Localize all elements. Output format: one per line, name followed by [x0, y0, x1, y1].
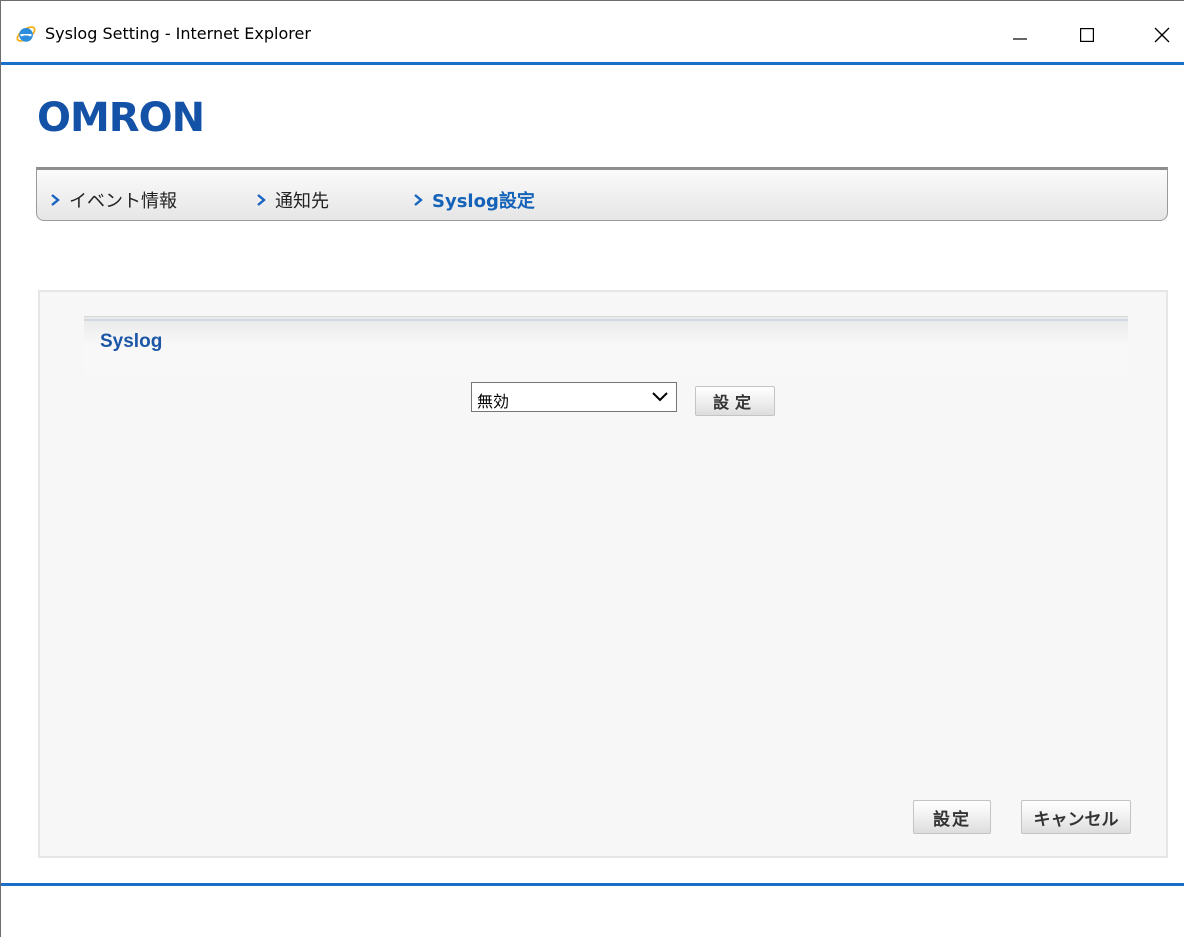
title-bar: Syslog Setting - Internet Explorer: [1, 1, 1184, 61]
maximize-button[interactable]: [1064, 15, 1110, 55]
minimize-button[interactable]: [997, 15, 1043, 55]
maximize-icon: [1080, 28, 1094, 42]
header-divider: [1, 62, 1184, 65]
cancel-button[interactable]: キャンセル: [1021, 800, 1131, 834]
nav-item-notification[interactable]: 通知先: [255, 187, 329, 213]
internet-explorer-icon: [16, 26, 36, 42]
chevron-right-icon: [257, 194, 266, 206]
browser-window: Syslog Setting - Internet Explorer OMRON: [0, 0, 1184, 937]
chevron-right-icon: [51, 194, 60, 206]
window-title: Syslog Setting - Internet Explorer: [45, 24, 311, 43]
chevron-right-icon: [414, 194, 423, 206]
nav-item-event-info[interactable]: イベント情報: [49, 187, 177, 213]
minimize-icon: [1013, 38, 1027, 40]
footer-divider: [1, 883, 1184, 886]
nav-item-label: イベント情報: [69, 191, 177, 212]
close-button[interactable]: [1139, 15, 1184, 55]
save-button[interactable]: 設定: [913, 800, 991, 834]
section-title: Syslog: [100, 331, 163, 352]
chevron-down-icon: [652, 392, 668, 402]
main-nav: イベント情報 通知先 Syslog設定: [36, 167, 1168, 221]
nav-item-label: 通知先: [275, 191, 329, 212]
nav-item-label: Syslog設定: [432, 191, 535, 212]
svg-text:OMRON: OMRON: [37, 95, 204, 137]
omron-logo: OMRON: [37, 95, 205, 137]
select-value: 無効: [477, 392, 510, 411]
content-panel: Syslog 無効 設定 設定 キャンセル: [38, 290, 1168, 858]
syslog-enable-select[interactable]: 無効: [471, 382, 677, 412]
close-icon: [1154, 27, 1170, 43]
nav-item-syslog-settings[interactable]: Syslog設定: [412, 187, 535, 213]
syslog-set-button[interactable]: 設定: [695, 386, 775, 416]
